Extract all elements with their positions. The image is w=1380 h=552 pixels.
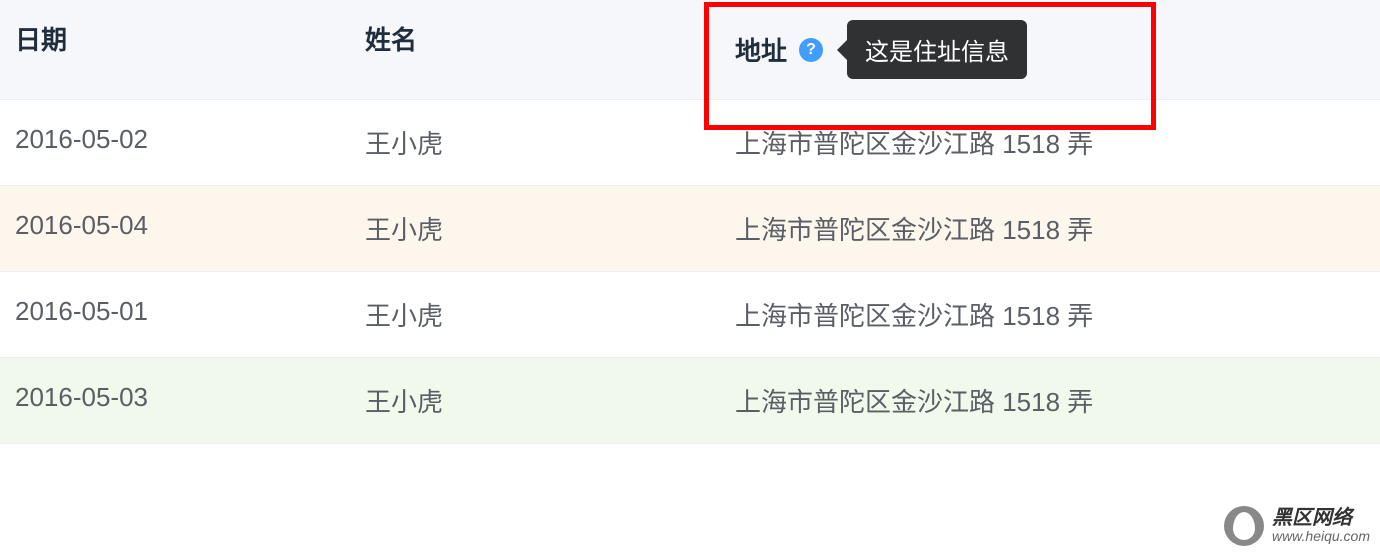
cell-date: 2016-05-03	[0, 358, 350, 443]
table-row[interactable]: 2016-05-01王小虎上海市普陀区金沙江路 1518 弄	[0, 272, 1380, 358]
watermark-sub: www.heiqu.com	[1272, 529, 1370, 544]
cell-date: 2016-05-01	[0, 272, 350, 357]
cell-name: 王小虎	[350, 186, 720, 271]
cell-name: 王小虎	[350, 100, 720, 185]
watermark: 黑区网络 www.heiqu.com	[1224, 506, 1370, 546]
cell-name: 王小虎	[350, 272, 720, 357]
help-icon[interactable]: ?	[799, 38, 823, 62]
header-date[interactable]: 日期	[0, 0, 350, 99]
table-row[interactable]: 2016-05-03王小虎上海市普陀区金沙江路 1518 弄	[0, 358, 1380, 444]
table-body: 2016-05-02王小虎上海市普陀区金沙江路 1518 弄2016-05-04…	[0, 100, 1380, 444]
data-table: 日期 姓名 地址 ? 这是住址信息 2016-05-02王小虎上海市普陀区金沙江…	[0, 0, 1380, 444]
table-row[interactable]: 2016-05-04王小虎上海市普陀区金沙江路 1518 弄	[0, 186, 1380, 272]
cell-address: 上海市普陀区金沙江路 1518 弄	[720, 186, 1380, 271]
watermark-logo-icon	[1224, 506, 1264, 546]
cell-address: 上海市普陀区金沙江路 1518 弄	[720, 272, 1380, 357]
watermark-text: 黑区网络 www.heiqu.com	[1272, 507, 1370, 544]
cell-address: 上海市普陀区金沙江路 1518 弄	[720, 100, 1380, 185]
header-address[interactable]: 地址 ? 这是住址信息	[720, 0, 1380, 99]
address-tooltip: 这是住址信息	[847, 20, 1027, 79]
header-address-label: 地址	[735, 31, 787, 68]
cell-date: 2016-05-04	[0, 186, 350, 271]
cell-address: 上海市普陀区金沙江路 1518 弄	[720, 358, 1380, 443]
cell-date: 2016-05-02	[0, 100, 350, 185]
header-address-wrapper: 地址 ? 这是住址信息	[735, 20, 1365, 79]
table-row[interactable]: 2016-05-02王小虎上海市普陀区金沙江路 1518 弄	[0, 100, 1380, 186]
watermark-title: 黑区网络	[1272, 507, 1370, 529]
table-header-row: 日期 姓名 地址 ? 这是住址信息	[0, 0, 1380, 100]
header-name[interactable]: 姓名	[350, 0, 720, 99]
cell-name: 王小虎	[350, 358, 720, 443]
